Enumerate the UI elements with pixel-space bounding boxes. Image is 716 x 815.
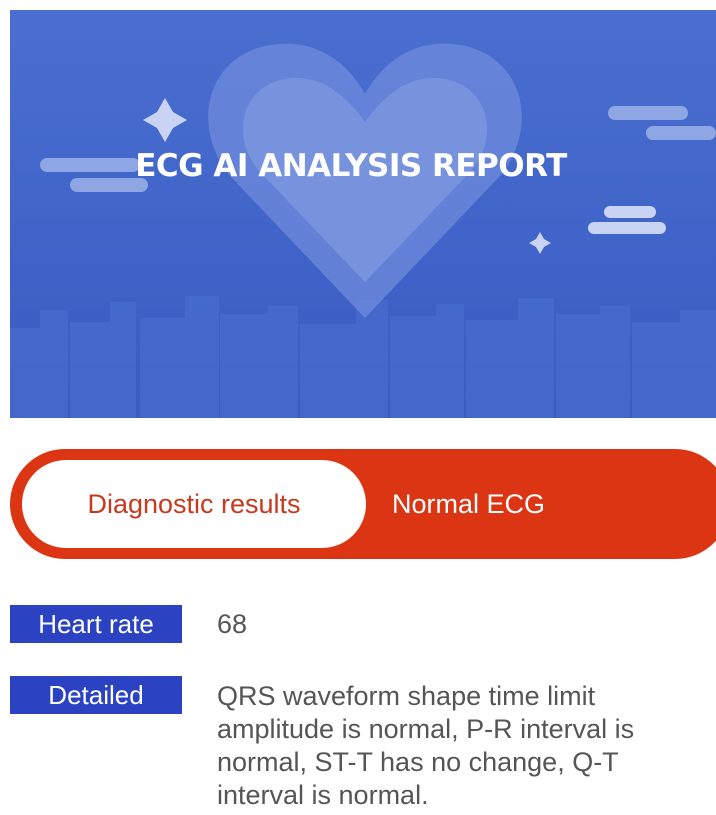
sparkle-icon xyxy=(143,98,187,142)
heart-rate-tag: Heart rate xyxy=(10,605,182,643)
report-page: ECG AI ANALYSIS REPORT Diagnostic result… xyxy=(0,0,716,815)
report-banner: ECG AI ANALYSIS REPORT xyxy=(10,10,716,418)
cloud-icon xyxy=(608,106,716,140)
diagnostic-results-label: Diagnostic results xyxy=(87,488,301,519)
banner-illustration xyxy=(10,43,716,418)
report-title: ECG AI ANALYSIS REPORT xyxy=(10,148,716,184)
cloud-icon xyxy=(588,206,666,234)
heart-rate-value: 68 xyxy=(217,609,248,639)
diagnostic-label-container: Diagnostic results xyxy=(22,460,366,548)
detailed-tag: Detailed xyxy=(10,676,182,714)
detailed-description: QRS waveform shape time limit amplitude … xyxy=(217,681,635,810)
diagnostic-result-pill: Diagnostic results Normal ECG xyxy=(10,449,716,559)
sparkle-icon xyxy=(529,232,551,254)
report-title-text: ECG AI ANALYSIS REPORT xyxy=(135,148,567,184)
diagnostic-result-value: Normal ECG xyxy=(392,489,546,519)
